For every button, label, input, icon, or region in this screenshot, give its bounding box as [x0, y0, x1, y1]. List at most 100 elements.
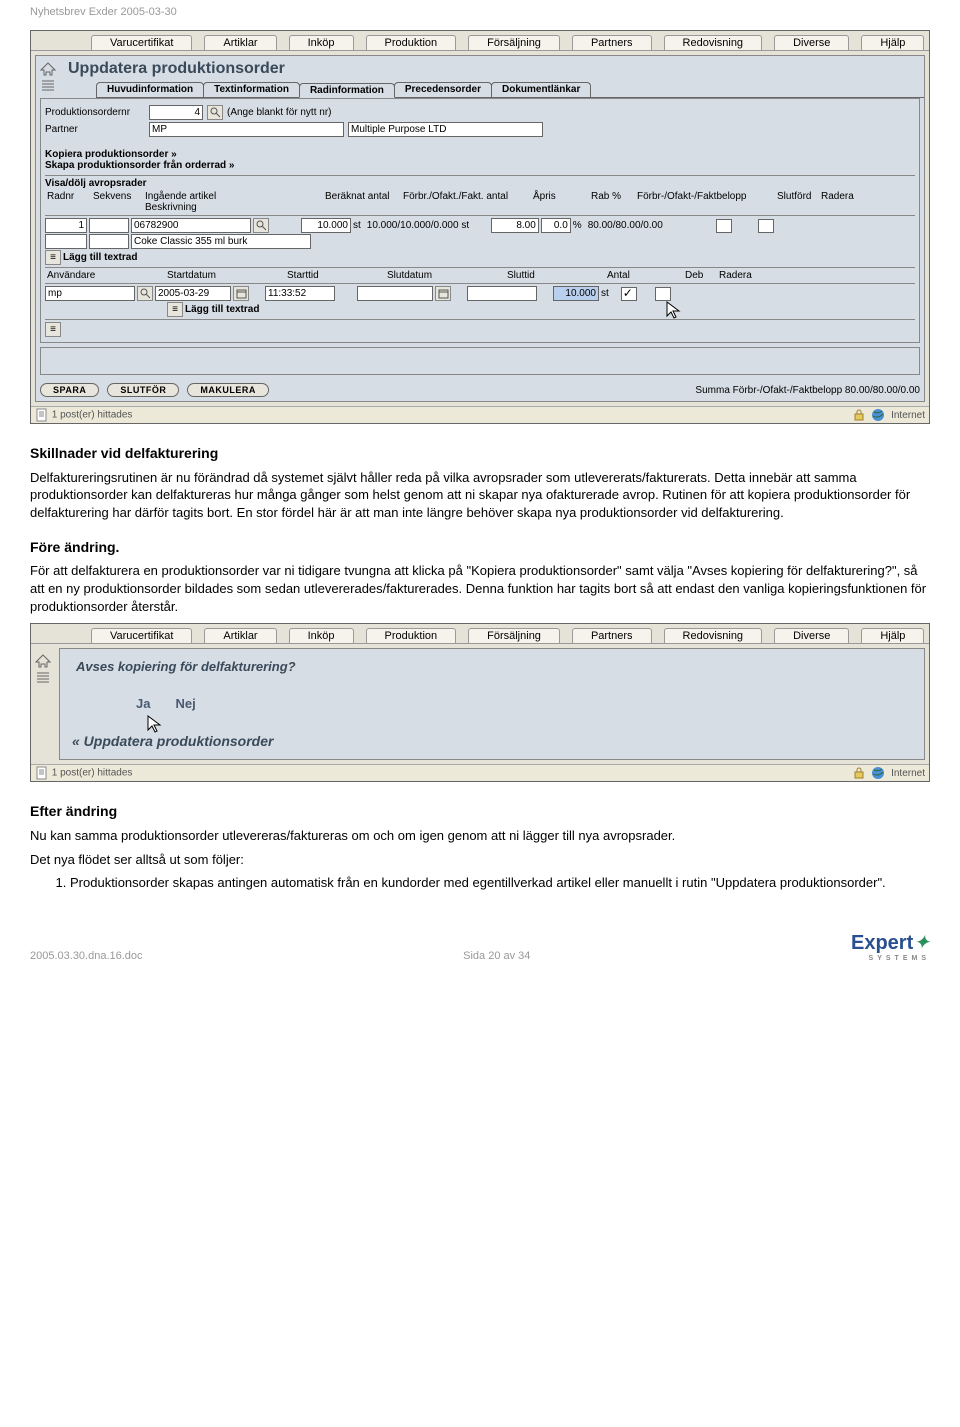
radnr-input-2[interactable]: [45, 234, 87, 249]
radera-b-checkbox[interactable]: [655, 287, 671, 301]
link-skapa-order[interactable]: Skapa produktionsorder från orderrad »: [45, 160, 915, 171]
menu-artiklar[interactable]: Artiklar: [204, 35, 276, 50]
search-user-icon[interactable]: [137, 286, 153, 301]
col-deb: Deb: [683, 270, 717, 281]
globe-icon: [871, 766, 885, 780]
menu-inkop[interactable]: Inköp: [289, 35, 354, 50]
page-footer: 2005.03.30.dna.16.doc Sida 20 av 34 Expe…: [0, 900, 960, 972]
user-input[interactable]: [45, 286, 135, 301]
col-belopp: Förbr-/Ofakt-/Faktbelopp: [635, 191, 775, 213]
sekvens-input-2[interactable]: [89, 234, 129, 249]
dialog-question: Avses kopiering för delfakturering?: [66, 655, 918, 678]
col-apris: Åpris: [531, 191, 589, 213]
doc-header: Nyhetsbrev Exder 2005-03-30: [0, 0, 960, 24]
table-row: [45, 234, 915, 249]
cursor-icon: [146, 714, 164, 736]
menu-artiklar[interactable]: Artiklar: [204, 628, 276, 643]
apris-input[interactable]: [491, 218, 539, 233]
paragraph: Delfaktureringsrutinen är nu förändrad d…: [30, 469, 930, 522]
antal-input[interactable]: [301, 218, 351, 233]
col-antal-b: Antal: [605, 270, 683, 281]
menu-redovisning[interactable]: Redovisning: [664, 35, 763, 50]
lagg-till-textrad-b[interactable]: Lägg till textrad: [185, 304, 259, 315]
slutford-checkbox[interactable]: [716, 219, 732, 233]
order-nr-input[interactable]: [149, 105, 203, 120]
search-order-icon[interactable]: [207, 105, 223, 120]
col-sluttid: Sluttid: [505, 270, 605, 281]
subtab-precedensorder[interactable]: Precedensorder: [394, 82, 492, 97]
heading-skillnader: Skillnader vid delfakturering: [30, 444, 930, 463]
lagg-till-textrad[interactable]: Lägg till textrad: [63, 252, 137, 263]
calendar-icon[interactable]: [233, 286, 249, 301]
status-bar: 1 post(er) hittades Internet: [31, 406, 929, 423]
page-icon: [35, 766, 49, 780]
expert-logo: Expert✦ SYSTEMS: [851, 930, 930, 962]
menu-redovisning[interactable]: Redovisning: [664, 628, 763, 643]
menu-forsaljning[interactable]: Försäljning: [468, 628, 560, 643]
menu-produktion[interactable]: Produktion: [366, 628, 457, 643]
partner-code-input[interactable]: [149, 122, 344, 137]
belopp-text: 80.00/80.00/0.00: [584, 220, 714, 231]
makulera-button[interactable]: MAKULERA: [187, 383, 269, 397]
col-starttid: Starttid: [285, 270, 385, 281]
nej-link[interactable]: Nej: [176, 696, 196, 711]
ja-link[interactable]: Ja: [136, 696, 150, 711]
visa-dolj-header[interactable]: Visa/dölj avropsrader: [45, 175, 915, 191]
beskrivning-input[interactable]: [131, 234, 311, 249]
col-forbr-antal: Förbr./Ofakt./Fakt. antal: [401, 191, 531, 213]
paragraph: Det nya flödet ser alltså ut som följer:: [30, 851, 930, 869]
menu-hjalp[interactable]: Hjälp: [861, 628, 924, 643]
col-radnr: Radnr: [45, 191, 91, 213]
rab-input[interactable]: [541, 218, 571, 233]
home-icon[interactable]: [35, 654, 51, 668]
col-startdatum: Startdatum: [165, 270, 285, 281]
menu-partners[interactable]: Partners: [572, 628, 652, 643]
back-link[interactable]: « Uppdatera produktionsorder: [66, 729, 918, 753]
menu-hjalp[interactable]: Hjälp: [861, 35, 924, 50]
rab-unit: %: [573, 220, 582, 231]
subtab-textinformation[interactable]: Textinformation: [203, 82, 300, 97]
subtab-huvudinformation[interactable]: Huvudinformation: [96, 82, 204, 97]
startdatum-input[interactable]: [155, 286, 231, 301]
list-icon[interactable]: [35, 670, 51, 684]
list-icon[interactable]: [40, 78, 56, 92]
artikel-input[interactable]: [131, 218, 251, 233]
subtab-radinformation[interactable]: Radinformation: [299, 83, 395, 98]
col-artikel-besk: Ingående artikel Beskrivning: [143, 191, 323, 213]
calendar-icon[interactable]: [435, 286, 451, 301]
add-row-icon[interactable]: ≡: [167, 302, 183, 317]
menu-produktion[interactable]: Produktion: [366, 35, 457, 50]
menu-varucertifikat[interactable]: Varucertifikat: [91, 35, 192, 50]
menu-diverse[interactable]: Diverse: [774, 628, 849, 643]
menu-inkop[interactable]: Inköp: [289, 628, 354, 643]
menu-partners[interactable]: Partners: [572, 35, 652, 50]
main-menu: Varucertifikat Artiklar Inköp Produktion…: [31, 624, 929, 644]
starttid-input[interactable]: [265, 286, 335, 301]
radnr-input[interactable]: [45, 218, 87, 233]
sluttid-input[interactable]: [467, 286, 537, 301]
partner-name-input[interactable]: [348, 122, 543, 137]
lock-icon: [853, 767, 865, 779]
home-icon[interactable]: [40, 62, 56, 76]
menu-forsaljning[interactable]: Försäljning: [468, 35, 560, 50]
search-artikel-icon[interactable]: [253, 218, 269, 233]
deb-checkbox[interactable]: [621, 287, 637, 301]
sekvens-input[interactable]: [89, 218, 129, 233]
link-kopiera-order[interactable]: Kopiera produktionsorder »: [45, 149, 915, 160]
status-bar: 1 post(er) hittades Internet: [31, 764, 929, 781]
spara-button[interactable]: SPARA: [40, 383, 99, 397]
menu-diverse[interactable]: Diverse: [774, 35, 849, 50]
col-artikel: Ingående artikel: [145, 191, 216, 202]
logo-text: Expert: [851, 932, 913, 954]
slutdatum-input[interactable]: [357, 286, 433, 301]
list-item: Produktionsorder skapas antingen automat…: [70, 874, 930, 892]
subtab-dokumentlankar[interactable]: Dokumentlänkar: [491, 82, 591, 97]
add-section-icon[interactable]: ≡: [45, 322, 61, 337]
globe-icon: [871, 408, 885, 422]
radera-checkbox[interactable]: [758, 219, 774, 233]
menu-varucertifikat[interactable]: Varucertifikat: [91, 628, 192, 643]
lock-icon: [853, 409, 865, 421]
slutfor-button[interactable]: SLUTFÖR: [107, 383, 179, 397]
add-row-icon[interactable]: ≡: [45, 250, 61, 265]
antal-b-input[interactable]: [553, 286, 599, 301]
